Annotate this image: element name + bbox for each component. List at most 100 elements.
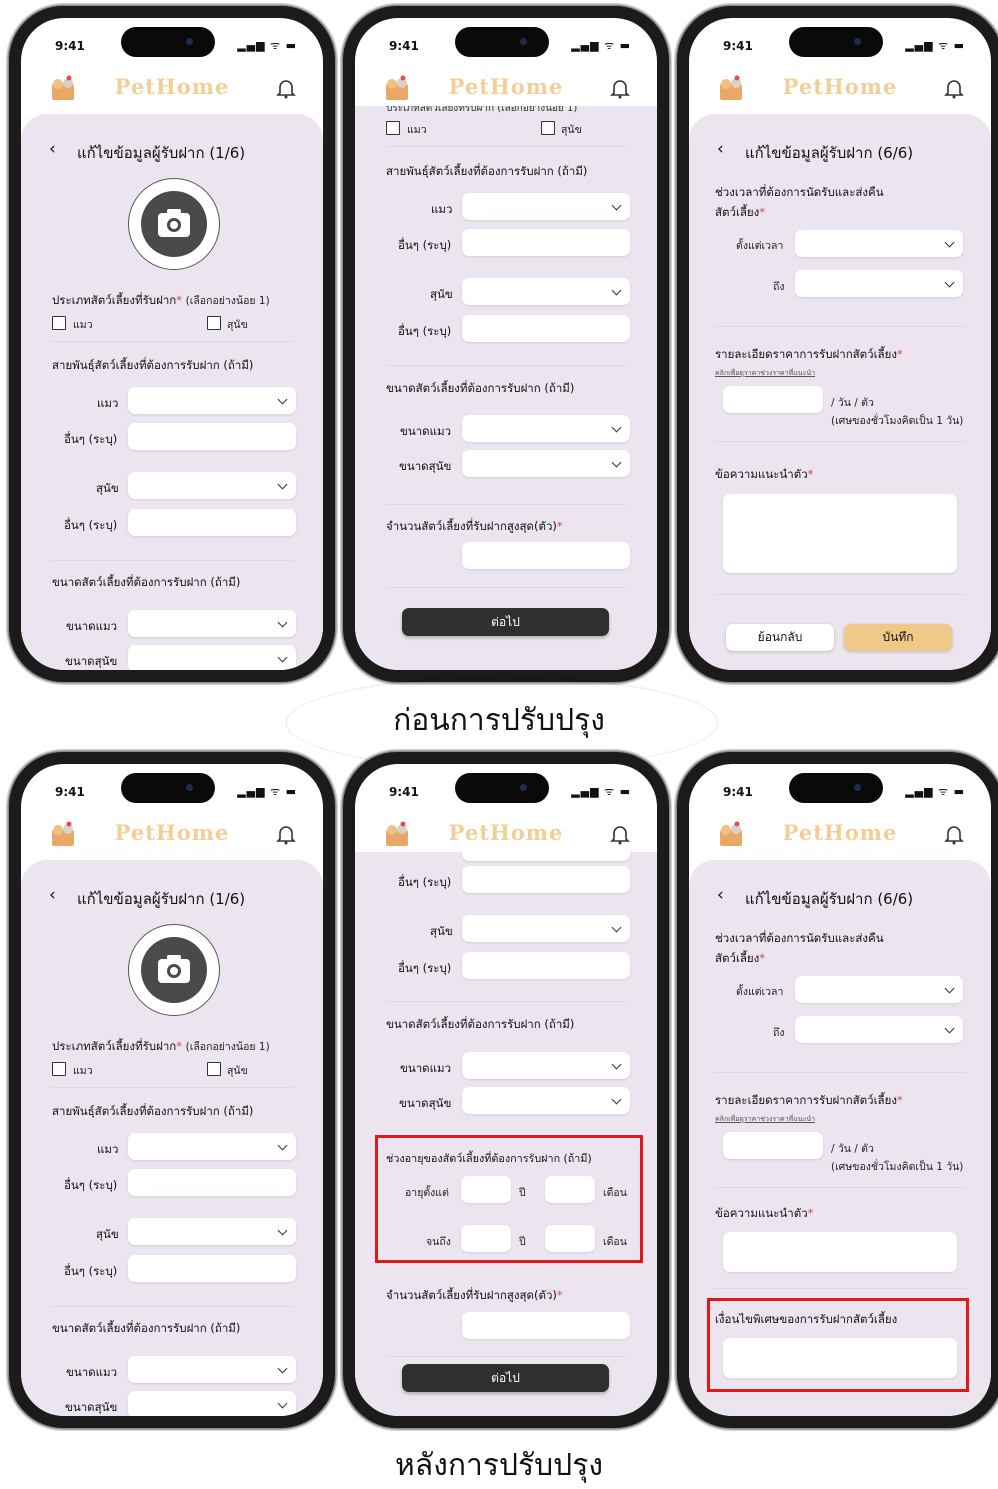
age-to-month-input[interactable] bbox=[545, 1225, 595, 1252]
back-arrow-icon[interactable]: ‹ bbox=[49, 139, 56, 159]
age-from-month-unit: เดือน bbox=[603, 1187, 627, 1199]
cat-size-select[interactable] bbox=[462, 415, 630, 442]
phone-after-step1: 9:41 ▂▄▆ ᯤ ▬ PetHome ‹ แก้ไขข้อมูลผู้รับ… bbox=[9, 752, 335, 1428]
content-panel: ‹ แก้ไขข้อมูลผู้รับฝาก (1/6) ประเภทสัตว์… bbox=[21, 860, 323, 1416]
back-arrow-icon[interactable]: ‹ bbox=[717, 139, 724, 159]
divider bbox=[386, 1001, 626, 1002]
per-day-label: / วัน / ตัว bbox=[831, 397, 874, 409]
dog-checkbox[interactable] bbox=[207, 1062, 221, 1076]
save-button[interactable]: บันทึก bbox=[844, 624, 952, 651]
dog-other-input[interactable] bbox=[128, 1255, 296, 1282]
next-button[interactable]: ต่อไป bbox=[402, 1364, 609, 1392]
dynamic-island bbox=[455, 773, 549, 803]
page-title: แก้ไขข้อมูลผู้รับฝาก (6/6) bbox=[745, 144, 914, 162]
next-button[interactable]: ต่อไป bbox=[402, 608, 609, 636]
screen: 9:41 ▂▄▆ ᯤ ▬ PetHome ประเภทสัตว์เลี้ยงที… bbox=[355, 18, 657, 670]
dog-size-select[interactable] bbox=[462, 450, 630, 477]
content-panel: ‹ แก้ไขข้อมูลผู้รับฝาก (6/6) ช่วงเวลาที่… bbox=[689, 860, 991, 1416]
time-label-line2: สัตว์เลี้ยง* bbox=[715, 205, 766, 219]
pet-type-label: ประเภทสัตว์เลี้ยงที่รับฝาก* (เลือกอย่างน… bbox=[52, 293, 270, 307]
chevron-down-icon bbox=[611, 422, 622, 432]
dog-size-label: ขนาดสุนัข bbox=[399, 459, 452, 473]
dog-checkbox[interactable] bbox=[541, 121, 555, 135]
bell-icon[interactable] bbox=[609, 823, 631, 845]
bell-icon[interactable] bbox=[275, 823, 297, 845]
from-time-select[interactable] bbox=[795, 976, 963, 1003]
cat-checkbox[interactable] bbox=[52, 1062, 66, 1076]
intro-textarea[interactable] bbox=[723, 1232, 957, 1272]
cat-size-select[interactable] bbox=[128, 1356, 296, 1383]
price-suggestion-link[interactable]: คลิกเพื่อดูราคาช่วงราคาที่แนะนำ bbox=[715, 368, 815, 379]
chevron-down-icon bbox=[277, 1140, 288, 1150]
age-to-year-input[interactable] bbox=[461, 1225, 511, 1252]
dog-other-input[interactable] bbox=[462, 315, 630, 342]
intro-textarea[interactable] bbox=[723, 494, 957, 573]
status-icons: ▂▄▆ ᯤ ▬ bbox=[571, 785, 631, 798]
profile-photo-button[interactable] bbox=[128, 924, 220, 1016]
cut-off-input[interactable] bbox=[462, 852, 630, 861]
time-label-line1: ช่วงเวลาที่ต้องการนัดรับและส่งคืน bbox=[715, 185, 884, 199]
bell-icon[interactable] bbox=[943, 77, 965, 99]
dog-breed-select[interactable] bbox=[128, 472, 296, 499]
status-bar: 9:41 ▂▄▆ ᯤ ▬ bbox=[355, 18, 657, 70]
age-from-month-input[interactable] bbox=[545, 1176, 595, 1203]
price-label: รายละเอียดราคาการรับฝากสัตว์เลี้ยง* bbox=[715, 1093, 903, 1107]
age-from-year-input[interactable] bbox=[461, 1176, 511, 1203]
dog-breed-select[interactable] bbox=[462, 915, 630, 942]
dog-breed-select[interactable] bbox=[462, 278, 630, 305]
price-input[interactable] bbox=[723, 1132, 823, 1159]
dog-size-select[interactable] bbox=[128, 1391, 296, 1416]
chevron-down-icon bbox=[611, 285, 622, 295]
divider bbox=[52, 560, 292, 561]
dog-size-select[interactable] bbox=[462, 1087, 630, 1114]
age-to-year-unit: ปี bbox=[519, 1236, 526, 1248]
cat-breed-select[interactable] bbox=[462, 193, 630, 220]
from-time-select[interactable] bbox=[795, 230, 963, 257]
dog-other-input[interactable] bbox=[462, 952, 630, 979]
dog-checkbox[interactable] bbox=[207, 316, 221, 330]
chevron-down-icon bbox=[611, 1094, 622, 1104]
bell-icon[interactable] bbox=[275, 77, 297, 99]
cat-other-input[interactable] bbox=[128, 1169, 296, 1196]
cat-breed-select[interactable] bbox=[128, 1133, 296, 1160]
price-label: รายละเอียดราคาการรับฝากสัตว์เลี้ยง* bbox=[715, 347, 903, 361]
cat-other-input[interactable] bbox=[462, 229, 630, 256]
bell-icon[interactable] bbox=[609, 77, 631, 99]
price-suggestion-link[interactable]: คลิกเพื่อดูราคาช่วงราคาที่แนะนำ bbox=[715, 1114, 815, 1125]
chevron-down-icon bbox=[611, 1059, 622, 1069]
divider bbox=[715, 1187, 965, 1188]
cat-checkbox-label: แมว bbox=[73, 319, 93, 331]
bell-icon[interactable] bbox=[943, 823, 965, 845]
cat-size-select[interactable] bbox=[462, 1052, 630, 1079]
dog-checkbox-label: สุนัข bbox=[561, 124, 582, 136]
status-time: 9:41 bbox=[55, 39, 85, 53]
cat-breed-select[interactable] bbox=[128, 387, 296, 414]
max-pets-input[interactable] bbox=[462, 542, 630, 569]
per-day-note: (เศษของชั่วโมงคิดเป็น 1 วัน) bbox=[831, 415, 964, 427]
dog-other-input[interactable] bbox=[128, 509, 296, 536]
dog-breed-select[interactable] bbox=[128, 1218, 296, 1245]
cat-size-label: ขนาดแมว bbox=[66, 619, 118, 633]
chevron-down-icon bbox=[277, 394, 288, 404]
price-input[interactable] bbox=[723, 386, 823, 413]
cat-other-input[interactable] bbox=[128, 423, 296, 450]
cat-size-label: ขนาดแมว bbox=[400, 424, 452, 438]
back-button[interactable]: ย้อนกลับ bbox=[726, 624, 834, 651]
to-time-select[interactable] bbox=[795, 270, 963, 297]
back-arrow-icon[interactable]: ‹ bbox=[717, 885, 724, 905]
dynamic-island bbox=[789, 773, 883, 803]
special-conditions-textarea[interactable] bbox=[723, 1338, 957, 1378]
intro-label: ข้อความแนะนำตัว* bbox=[715, 467, 814, 481]
cat-checkbox[interactable] bbox=[386, 121, 400, 135]
profile-photo-button[interactable] bbox=[128, 178, 220, 270]
to-time-select[interactable] bbox=[795, 1016, 963, 1043]
dog-size-select[interactable] bbox=[128, 645, 296, 670]
cat-size-select[interactable] bbox=[128, 610, 296, 637]
max-pets-input[interactable] bbox=[462, 1312, 630, 1339]
back-arrow-icon[interactable]: ‹ bbox=[49, 885, 56, 905]
status-bar: 9:41 ▂▄▆ ᯤ ▬ bbox=[689, 18, 991, 70]
cat-other-input[interactable] bbox=[462, 866, 630, 893]
status-bar: 9:41 ▂▄▆ ᯤ ▬ bbox=[355, 764, 657, 816]
status-time: 9:41 bbox=[55, 785, 85, 799]
cat-checkbox[interactable] bbox=[52, 316, 66, 330]
